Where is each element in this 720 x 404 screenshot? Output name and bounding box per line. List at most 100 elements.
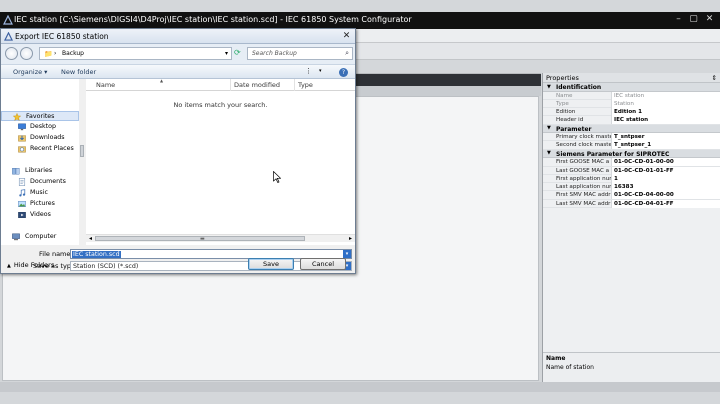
property-value[interactable]: 01-0C-CD-01-00-00 — [611, 158, 720, 167]
nav-libraries[interactable]: Libraries — [1, 166, 79, 176]
property-value[interactable]: 01-0C-CD-01-01-FF — [611, 166, 720, 175]
cancel-button[interactable]: Cancel — [300, 258, 346, 270]
organize-button[interactable]: Organize ▾ — [13, 68, 47, 76]
property-row[interactable]: Last GOOSE MAC a 01-0C-CD-01-01-FF — [543, 166, 720, 175]
property-value[interactable]: Edition 1 — [611, 108, 720, 117]
property-row[interactable]: Last application nur 16383 — [543, 183, 720, 192]
music-icon — [19, 189, 26, 197]
property-key: Header id — [556, 117, 584, 124]
property-value[interactable]: 01-0C-CD-04-01-FF — [611, 199, 720, 208]
libraries-icon — [12, 168, 20, 175]
address-bar[interactable]: 📁 › Backup ▾ — [39, 47, 232, 60]
nav-downloads[interactable]: Downloads — [1, 133, 79, 143]
property-key: Type — [556, 100, 569, 107]
chevron-down-icon[interactable]: ▾ — [225, 50, 228, 57]
app-close-button[interactable]: ✕ — [704, 14, 715, 25]
property-row[interactable]: Last SMV MAC addr 01-0C-CD-04-01-FF — [543, 199, 720, 209]
nav-videos[interactable]: Videos — [1, 210, 79, 220]
nav-recent-places[interactable]: Recent Places — [1, 144, 79, 154]
chevron-right-icon: › — [54, 50, 57, 57]
property-section-label: Siemens Parameter for SIPROTEC — [556, 150, 670, 158]
forward-button[interactable] — [20, 47, 33, 60]
property-key: First SMV MAC addr — [556, 192, 611, 199]
save-button[interactable]: Save — [248, 258, 294, 270]
collapse-icon[interactable]: ▼ — [547, 150, 551, 156]
file-list: ▲ Name Date modified Type No items match… — [86, 78, 355, 245]
file-list-hscrollbar[interactable]: ◂ ▬ ▸ — [86, 234, 355, 242]
nav-pictures[interactable]: Pictures — [1, 199, 79, 209]
property-value[interactable]: 01-0C-CD-04-00-00 — [611, 191, 720, 200]
scroll-left-icon[interactable]: ◂ — [89, 235, 92, 242]
properties-title: Properties — [546, 74, 579, 82]
nav-computer[interactable]: Computer — [1, 232, 79, 242]
new-folder-button[interactable]: New folder — [61, 68, 96, 76]
property-key: First application nur — [556, 175, 611, 182]
pin-icon[interactable]: ⇕ — [712, 74, 717, 82]
navigation-scroll-thumb[interactable] — [80, 145, 84, 157]
scroll-right-icon[interactable]: ▸ — [349, 235, 352, 242]
property-value[interactable]: T_sntpser — [611, 133, 720, 142]
property-key: Last GOOSE MAC a — [556, 167, 610, 174]
property-row[interactable]: First GOOSE MAC a 01-0C-CD-01-00-00 — [543, 158, 720, 167]
property-row[interactable]: First SMV MAC addr 01-0C-CD-04-00-00 — [543, 191, 720, 200]
property-value[interactable]: 1 — [611, 174, 720, 183]
description-text: Name of station — [546, 364, 594, 371]
recent-places-icon — [18, 146, 26, 153]
dialog-navbar: 📁 › Backup ▾ ⟳ Search Backup ⌕ — [1, 44, 355, 64]
nav-desktop[interactable]: Desktop — [1, 122, 79, 132]
column-date-modified[interactable]: Date modified — [234, 81, 280, 89]
column-divider[interactable] — [294, 79, 295, 91]
app-logo-icon — [3, 15, 13, 25]
navigation-pane: Favorites Desktop Downloads Recent Place… — [1, 79, 85, 245]
column-name[interactable]: Name — [96, 81, 115, 89]
property-value[interactable]: T_sntpser_1 — [611, 141, 720, 150]
properties-header: Properties ⇕ — [543, 73, 720, 83]
property-key: Primary clock maste — [556, 134, 611, 141]
back-button[interactable] — [5, 47, 18, 60]
property-section[interactable]: ▼ Identification — [543, 83, 720, 92]
column-type[interactable]: Type — [298, 81, 313, 89]
hide-folders-button[interactable]: ▲ Hide Folders — [7, 261, 54, 269]
file-name-value: IEC station.scd — [72, 251, 121, 258]
view-options-icon[interactable]: ⋮ — [305, 67, 312, 75]
property-value[interactable]: 16383 — [611, 183, 720, 192]
grip-icon: ▬ — [200, 236, 205, 242]
view-dropdown-icon[interactable]: ▾ — [319, 68, 322, 74]
property-section[interactable]: ▼ Siemens Parameter for SIPROTEC — [543, 149, 720, 159]
nav-videos-label: Videos — [30, 211, 51, 218]
maximize-button[interactable]: ▢ — [688, 14, 699, 25]
help-icon[interactable]: ? — [339, 68, 348, 77]
navigation-scrollbar[interactable] — [79, 79, 85, 245]
refresh-icon[interactable]: ⟳ — [234, 48, 241, 57]
property-row[interactable]: Second clock maste T_sntpser_1 — [543, 141, 720, 150]
collapse-icon[interactable]: ▼ — [547, 84, 551, 90]
collapse-icon[interactable]: ▼ — [547, 125, 551, 131]
property-key: Second clock maste — [556, 142, 611, 149]
column-divider[interactable] — [230, 79, 231, 91]
nav-favorites[interactable]: Favorites — [1, 111, 79, 121]
minimize-button[interactable]: – — [673, 14, 684, 25]
dialog-title: Export IEC 61850 station — [15, 32, 109, 41]
nav-music[interactable]: Music — [1, 188, 79, 198]
nav-documents[interactable]: Documents — [1, 177, 79, 187]
file-name-dropdown-icon[interactable]: ▾ — [343, 250, 351, 258]
property-section[interactable]: ▼ Parameter — [543, 124, 720, 134]
file-name-label: File name: — [39, 250, 73, 258]
property-row[interactable]: Header id IEC station — [543, 116, 720, 125]
property-value[interactable]: IEC station — [611, 116, 720, 125]
property-description: Name Name of station — [543, 352, 720, 382]
pictures-icon — [18, 201, 26, 207]
save-as-type-value: Station (SCD) (*.scd) — [73, 263, 139, 270]
export-dialog: Export IEC 61850 station ✕ 📁 › Backup ▾ … — [0, 28, 356, 274]
property-row[interactable]: First application nur 1 — [543, 174, 720, 184]
property-key: First GOOSE MAC a — [556, 159, 610, 166]
property-key: Edition — [556, 109, 576, 116]
property-row[interactable]: Edition Edition 1 — [543, 108, 720, 117]
property-key: Name — [556, 92, 573, 99]
dialog-close-button[interactable]: ✕ — [341, 31, 352, 42]
status-bar — [0, 382, 720, 392]
address-path: Backup — [62, 50, 84, 57]
file-list-header: ▲ Name Date modified Type — [86, 78, 355, 91]
search-input[interactable]: Search Backup ⌕ — [247, 47, 353, 60]
property-row[interactable]: Primary clock maste T_sntpser — [543, 133, 720, 142]
